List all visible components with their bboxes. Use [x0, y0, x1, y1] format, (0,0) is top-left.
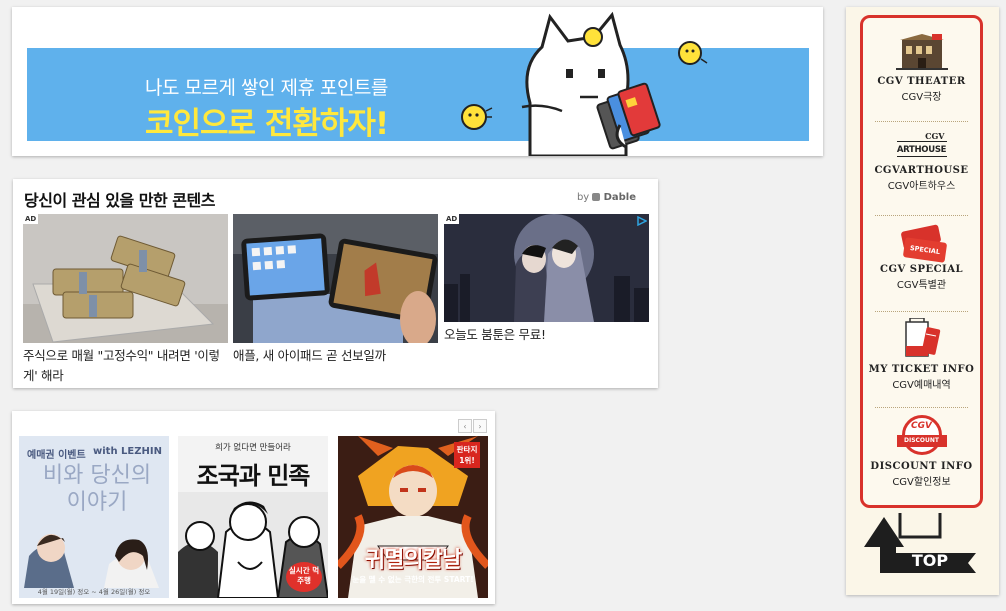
content-thumbnail[interactable]: AD	[444, 214, 649, 322]
ad-choices-icon[interactable]	[637, 216, 647, 226]
quick-menu-subtitle: CGV할인정보	[892, 477, 951, 488]
provider-name: Dable	[603, 192, 636, 203]
banner-headline: 코인으로 전환하자!	[145, 106, 389, 142]
mascot-character-icon	[521, 11, 661, 156]
ipad-image	[233, 214, 438, 343]
quick-menu-title: CGV THEATER	[877, 76, 966, 87]
divider	[875, 311, 968, 312]
divider	[875, 407, 968, 408]
webtoon-ad-card[interactable]: 예매권 이벤트 with LEZHIN 비와 당신의 이야기 4월 19일(월)…	[19, 436, 169, 598]
ticket-icon	[904, 317, 940, 357]
ad-badge: AD	[444, 214, 460, 224]
quick-menu-special[interactable]: SPECIAL CGV SPECIAL CGV특별관	[863, 224, 980, 291]
widget-title: 당신이 관심 있을 만한 콘텐츠	[24, 191, 215, 210]
quick-menu-title: DISCOUNT INFO	[870, 461, 973, 472]
banner-subtitle: 나도 모르게 쌓인 제휴 포인트를	[145, 77, 388, 99]
divider	[875, 121, 968, 122]
content-thumbnail[interactable]	[233, 214, 438, 343]
theater-icon	[895, 34, 948, 70]
carousel-prev-button[interactable]: ‹	[458, 419, 472, 433]
couple-illustration	[24, 534, 159, 588]
dable-logo-icon	[592, 193, 601, 201]
provider-credit[interactable]: by Dable	[577, 192, 636, 203]
quick-menu-subtitle: CGV특별관	[896, 280, 947, 291]
coin-conversion-banner[interactable]: 나도 모르게 쌓인 제휴 포인트를 코인으로 전환하자!	[12, 7, 823, 156]
quick-menu-subtitle: CGV극장	[901, 92, 942, 103]
coin-character-icon	[461, 104, 493, 130]
webtoon-ad-card[interactable]: 희가 없다면 만들어라 조국과 민족 실시간 먹주행	[178, 436, 328, 598]
quick-menu-frame: CGV THEATER CGV극장 CGV ARTHOUSE CGVARTHOU…	[860, 15, 983, 508]
event-period: 4월 19일(월) 정오 ~ 4월 26일(월) 정오	[37, 588, 151, 596]
realtime-badge: 실시간 먹주행	[286, 562, 322, 592]
content-title[interactable]: 애플, 새 아이패드 곧 선보일까	[233, 346, 438, 366]
scroll-top-button[interactable]: TOP	[860, 509, 982, 581]
webtoon-title: 비와 당신의 이야기	[42, 463, 152, 515]
quick-menu-my-ticket[interactable]: MY TICKET INFO CGV예매내역	[863, 317, 980, 391]
ad-badge: AD	[23, 214, 39, 224]
quick-menu-title: CGV SPECIAL	[879, 264, 964, 275]
quick-menu-theater[interactable]: CGV THEATER CGV극장	[863, 32, 980, 103]
content-title[interactable]: 주식으로 매월 "고정수익" 내려면 '이렇게' 해라	[23, 346, 228, 386]
webtoon-title: 조국과 민족	[196, 462, 311, 490]
webtoon-title: 귀멸의칼날	[364, 548, 462, 573]
event-label: 예매권 이벤트	[27, 450, 86, 461]
quick-menu-arthouse[interactable]: CGV ARTHOUSE CGVARTHOUSE CGV아트하우스	[863, 131, 980, 192]
webtoon-footer: 눈을 뗄 수 없는 극한의 전투 START!	[352, 575, 474, 584]
content-title[interactable]: 오늘도 붐툰은 무료!	[444, 325, 649, 345]
discount-icon: CGV DISCOUNT	[896, 415, 947, 455]
webtoon-couple-image	[444, 214, 649, 322]
quick-menu-title: MY TICKET INFO	[868, 364, 975, 375]
recommended-content-widget: 당신이 관심 있을 만한 콘텐츠 by Dable AD 주식으로 매월 "고정…	[13, 179, 658, 388]
quick-menu-subtitle: CGV아트하우스	[887, 181, 956, 192]
carousel-next-button[interactable]: ›	[473, 419, 487, 433]
webtoon-tagline: 희가 없다면 만들어라	[215, 443, 291, 453]
divider	[875, 215, 968, 216]
quick-menu-subtitle: CGV예매내역	[892, 380, 951, 391]
carousel-nav: ‹ ›	[457, 419, 487, 433]
webtoon-ad-carousel: ‹ › 예매권 이벤트 with LEZHIN 비와 당신의 이야기 4월 19…	[12, 411, 495, 604]
content-thumbnail[interactable]: AD	[23, 214, 228, 343]
money-stack-image	[23, 214, 228, 343]
top-label: TOP	[911, 551, 949, 570]
provider-prefix: by	[576, 192, 590, 203]
ranking-badge: 판타지 1위!	[454, 442, 480, 468]
arthouse-icon: CGV ARTHOUSE	[896, 131, 947, 157]
brand-label: with LEZHIN	[93, 446, 162, 457]
quick-menu-discount[interactable]: CGV DISCOUNT DISCOUNT INFO CGV할인정보	[863, 415, 980, 488]
special-ticket-icon: SPECIAL	[896, 224, 948, 264]
cgv-quick-menu: CGV THEATER CGV극장 CGV ARTHOUSE CGVARTHOU…	[846, 7, 999, 595]
arrow-up-icon	[864, 513, 976, 579]
webtoon-ad-card[interactable]: 판타지 1위! 귀멸의칼날 눈을 뗄 수 없는 극한의 전투 START!	[338, 436, 488, 598]
quick-menu-title: CGVARTHOUSE	[874, 165, 969, 176]
